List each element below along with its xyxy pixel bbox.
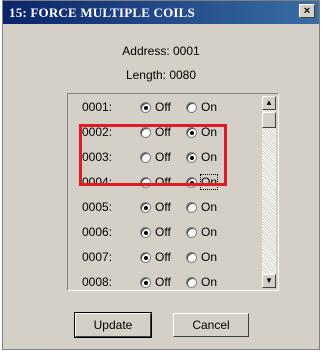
coil-on-label: On [201, 250, 218, 264]
coil-on-option[interactable]: On [186, 125, 217, 139]
coil-off-label: Off [155, 175, 171, 189]
length-info: Length: 0080 [125, 68, 197, 82]
address-info: Address: 0001 [122, 44, 200, 58]
coil-off-radio[interactable] [140, 101, 151, 113]
coil-on-radio[interactable] [186, 176, 197, 188]
coil-off-radio[interactable] [140, 126, 151, 138]
coil-off-option[interactable]: Off [140, 225, 171, 239]
update-button-label: Update [93, 318, 133, 332]
coil-on-label: On [201, 150, 218, 164]
coil-off-option[interactable]: Off [140, 175, 171, 189]
coil-off-option[interactable]: Off [140, 125, 171, 139]
coil-address: 0007: [82, 250, 113, 264]
coil-off-radio[interactable] [140, 151, 151, 163]
coil-address: 0002: [82, 125, 113, 139]
coil-on-label: On [201, 125, 218, 139]
coil-on-radio[interactable] [186, 151, 197, 163]
coil-address: 0006: [82, 225, 113, 239]
coil-off-radio[interactable] [140, 176, 151, 188]
coil-on-option[interactable]: On [186, 100, 217, 114]
coil-on-label: On [201, 275, 218, 289]
coil-on-option[interactable]: On [186, 250, 217, 264]
scroll-up-button[interactable]: ▲ [262, 96, 276, 110]
coil-on-option[interactable]: On [186, 200, 217, 214]
coil-off-option[interactable]: Off [140, 250, 171, 264]
vertical-scrollbar[interactable]: ▲ ▼ [262, 96, 276, 288]
coil-address: 0001: [82, 100, 113, 114]
coil-list-panel: 0001: Off On 0002: Off On 0003: Off On 0004: Off On… [67, 93, 279, 291]
coil-on-radio[interactable] [186, 226, 197, 238]
coil-off-option[interactable]: Off [140, 200, 171, 214]
cancel-button-label: Cancel [192, 318, 230, 332]
scroll-thumb[interactable] [262, 112, 276, 128]
coil-on-radio[interactable] [186, 126, 197, 138]
dialog-window: 15: FORCE MULTIPLE COILS × Address: 0001… [2, 0, 320, 350]
coil-off-radio[interactable] [140, 251, 151, 263]
coil-on-label: On [201, 100, 218, 114]
coil-address: 0008: [82, 275, 113, 289]
coil-on-radio[interactable] [186, 276, 197, 288]
coil-on-option[interactable]: On [186, 174, 219, 190]
coil-on-label: On [201, 200, 218, 214]
window-title: 15: FORCE MULTIPLE COILS [9, 5, 195, 20]
coil-off-label: Off [155, 250, 171, 264]
coil-off-label: Off [155, 225, 171, 239]
coil-on-radio[interactable] [186, 201, 197, 213]
coil-address: 0003: [82, 150, 113, 164]
coil-on-label: On [201, 225, 218, 239]
cancel-button[interactable]: Cancel [173, 313, 249, 337]
coil-off-option[interactable]: Off [140, 100, 171, 114]
coil-off-label: Off [155, 275, 171, 289]
coil-off-radio[interactable] [140, 276, 151, 288]
coil-off-label: Off [155, 150, 171, 164]
coil-address: 0004: [82, 175, 113, 189]
coil-off-option[interactable]: Off [140, 150, 171, 164]
scroll-down-button[interactable]: ▼ [262, 274, 276, 288]
coil-off-label: Off [155, 200, 171, 214]
title-bar[interactable]: 15: FORCE MULTIPLE COILS × [3, 1, 319, 24]
coil-on-option[interactable]: On [186, 225, 217, 239]
coil-off-option[interactable]: Off [140, 275, 171, 289]
update-button[interactable]: Update [74, 312, 152, 338]
coil-on-label: On [199, 174, 219, 190]
coil-address: 0005: [82, 200, 113, 214]
coil-on-option[interactable]: On [186, 275, 217, 289]
coil-on-radio[interactable] [186, 101, 197, 113]
coil-on-option[interactable]: On [186, 150, 217, 164]
coil-off-radio[interactable] [140, 226, 151, 238]
coil-off-label: Off [155, 125, 171, 139]
coil-on-radio[interactable] [186, 251, 197, 263]
close-button[interactable]: × [299, 4, 315, 18]
coil-off-radio[interactable] [140, 201, 151, 213]
coil-off-label: Off [155, 100, 171, 114]
